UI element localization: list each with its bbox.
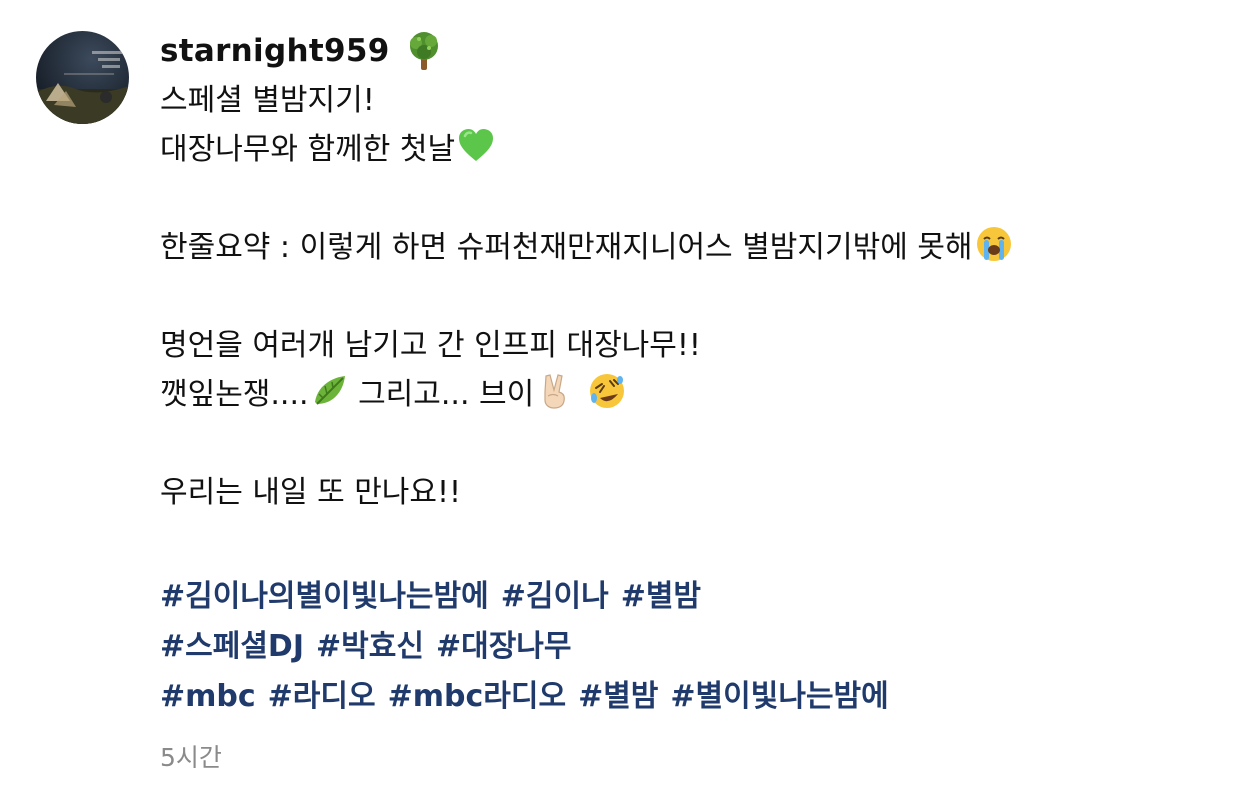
hashtag-row: #스페셜DJ #박효신 #대장나무 — [160, 622, 1220, 672]
caption: 스페셜 별밤지기! 대장나무와 함께한 첫날 한줄요약 : 이렇게 하면 슈퍼천… — [160, 76, 1220, 566]
hashtag-row: #김이나의별이빛나는밤에 #김이나 #별밤 — [160, 572, 1220, 622]
hashtag-link[interactable]: #mbc라디오 — [388, 679, 566, 714]
loudly-crying-face-icon — [975, 225, 1013, 263]
caption-line-6: 명언을 여러개 남기고 간 인프피 대장나무!! — [160, 321, 1220, 370]
hashtag-link[interactable]: #별밤 — [621, 579, 701, 614]
avatar-image — [36, 31, 129, 124]
caption-text: 명언을 여러개 남기고 간 인프피 대장나무!! — [160, 328, 701, 363]
hashtag-link[interactable]: #김이나의별이빛나는밤에 — [160, 579, 489, 614]
hashtags: #김이나의별이빛나는밤에 #김이나 #별밤 #스페셜DJ #박효신 #대장나무 #mbc… — [160, 572, 1220, 722]
hashtag-link[interactable]: #스페셜DJ — [160, 629, 304, 664]
caption-text: 우리는 내일 또 만나요!! — [160, 475, 462, 510]
caption-line-1: 스페셜 별밤지기! — [160, 76, 1220, 125]
caption-text: 한줄요약 : 이렇게 하면 슈퍼천재만재지니어스 별밤지기밖에 못해 — [160, 230, 973, 265]
hashtag-link[interactable]: #별이빛나는밤에 — [670, 679, 888, 714]
caption-text: 대장나무와 함께한 첫날 — [160, 132, 456, 167]
hashtag-link[interactable]: #김이나 — [501, 579, 609, 614]
caption-line-7: 깻잎논쟁.... 그리고... 브이 — [160, 370, 1220, 419]
caption-line-4: 한줄요약 : 이렇게 하면 슈퍼천재만재지니어스 별밤지기밖에 못해 — [160, 223, 1220, 272]
username[interactable]: starnight959 — [160, 33, 390, 69]
hashtag-row: #mbc #라디오 #mbc라디오 #별밤 #별이빛나는밤에 — [160, 672, 1220, 722]
caption-text: 깻잎논쟁.... — [160, 377, 309, 412]
caption-text: 스페셜 별밤지기! — [160, 83, 375, 118]
caption-line-2: 대장나무와 함께한 첫날 — [160, 125, 1220, 174]
caption-text: 그리고... 브이 — [348, 377, 535, 412]
rolling-laughing-face-icon — [588, 372, 626, 410]
hashtag-link[interactable]: #박효신 — [316, 629, 424, 664]
leaf-icon — [311, 372, 349, 410]
green-heart-icon — [457, 127, 495, 165]
post-card: starnight959 스페셜 별밤지기! 대장나무와 함께한 첫날 한줄요약… — [0, 0, 1242, 792]
hashtag-link[interactable]: #별밤 — [578, 679, 658, 714]
caption-line-9: 우리는 내일 또 만나요!! — [160, 468, 1220, 517]
post-header: starnight959 — [160, 26, 1220, 76]
victory-hand-icon — [536, 372, 574, 410]
post-timestamp[interactable]: 5시간 — [160, 738, 1220, 774]
post-content: starnight959 스페셜 별밤지기! 대장나무와 함께한 첫날 한줄요약… — [160, 26, 1220, 774]
avatar[interactable] — [36, 31, 129, 124]
hashtag-link[interactable]: #대장나무 — [436, 629, 572, 664]
hashtag-link[interactable]: #mbc — [160, 679, 256, 714]
hashtag-link[interactable]: #라디오 — [268, 679, 376, 714]
tree-icon — [404, 30, 444, 72]
